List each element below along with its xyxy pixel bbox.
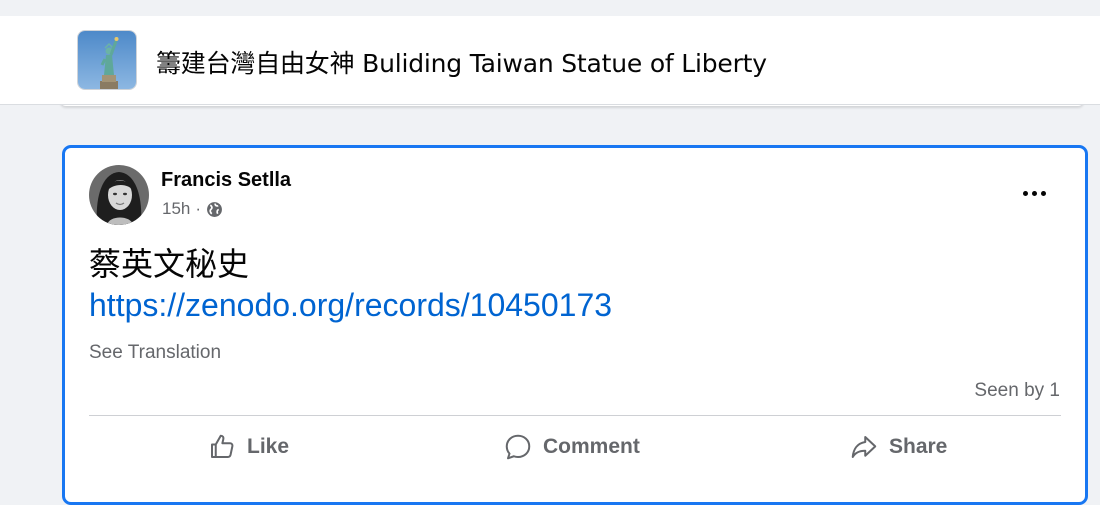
- like-label: Like: [247, 435, 290, 458]
- comment-button[interactable]: Comment: [503, 425, 640, 469]
- statue-of-liberty-image: [78, 31, 136, 89]
- meta-separator: ·: [195, 199, 202, 218]
- more-dot-icon: [1022, 190, 1028, 196]
- share-label: Share: [889, 435, 948, 458]
- author-profile-photo: [89, 165, 149, 225]
- more-dot-icon: [1040, 190, 1046, 196]
- group-name[interactable]: 籌建台灣自由女神 Buliding Taiwan Statue of Liber…: [156, 44, 767, 80]
- like-button[interactable]: Like: [207, 425, 289, 469]
- speech-bubble-icon: [505, 434, 531, 460]
- share-arrow-icon: [851, 436, 877, 458]
- share-button[interactable]: Share: [849, 425, 947, 469]
- group-avatar[interactable]: [77, 30, 137, 90]
- author-avatar[interactable]: [89, 165, 149, 225]
- see-translation-link[interactable]: See Translation: [89, 342, 221, 364]
- top-strip: [0, 0, 1100, 16]
- seen-by-count[interactable]: Seen by 1: [974, 380, 1060, 402]
- comment-label: Comment: [543, 435, 640, 458]
- actions-divider: [89, 415, 1061, 416]
- more-options-button[interactable]: [1014, 176, 1054, 210]
- more-dot-icon: [1031, 190, 1037, 196]
- post-timestamp[interactable]: 15h: [162, 199, 190, 219]
- thumbs-up-icon: [211, 434, 234, 458]
- post-link[interactable]: https://zenodo.org/records/10450173: [89, 283, 612, 327]
- post-meta: 15h ·: [162, 199, 223, 219]
- post-text: 蔡英文秘史: [89, 245, 250, 283]
- globe-icon[interactable]: [206, 201, 223, 218]
- author-name[interactable]: Francis Setlla: [161, 169, 291, 192]
